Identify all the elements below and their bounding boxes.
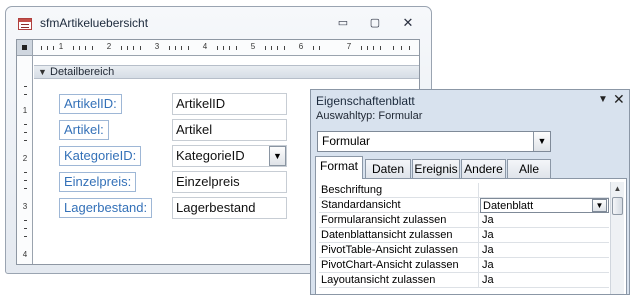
property-value[interactable]: Ja (480, 258, 609, 273)
property-value[interactable]: Ja (480, 273, 609, 288)
form-icon (18, 18, 32, 30)
property-value[interactable] (480, 183, 609, 198)
object-selector[interactable]: Formular ▼ (317, 131, 551, 152)
chevron-down-icon[interactable]: ▼ (592, 199, 607, 212)
property-value-text: Datenblatt (483, 200, 534, 212)
property-sheet: Eigenschaftenblatt ▼ ✕ Auswahltyp: Formu… (310, 89, 630, 295)
ruler-number: 4 (22, 250, 28, 259)
ruler-number: 1 (22, 106, 28, 115)
property-value[interactable]: Ja (480, 228, 609, 243)
artikelid-textbox[interactable]: ArtikelID (172, 93, 287, 115)
einzelpreis-textbox[interactable]: Einzelpreis (172, 171, 287, 193)
chevron-down-icon[interactable]: ▼ (598, 94, 608, 105)
horizontal-ruler: 1 2 3 4 5 6 7 (33, 40, 419, 56)
artikel-textbox[interactable]: Artikel (172, 119, 287, 141)
chevron-down-icon[interactable]: ▼ (533, 132, 550, 151)
section-label: Detailbereich (50, 66, 115, 78)
property-name: PivotTable-Ansicht zulassen (319, 243, 479, 258)
property-row[interactable]: Standardansicht Datenblatt ▼ (319, 198, 609, 213)
property-name: Datenblattansicht zulassen (319, 228, 479, 243)
close-icon[interactable]: ✕ (613, 91, 625, 108)
object-selector-value: Formular (322, 134, 371, 148)
ruler-number: 3 (22, 202, 28, 211)
property-value[interactable]: Ja (480, 213, 609, 228)
property-row[interactable]: PivotTable-Ansicht zulassen Ja (319, 243, 609, 258)
lagerbestand-textbox[interactable]: Lagerbestand (172, 197, 287, 219)
detail-section-header[interactable]: ▼ Detailbereich (34, 65, 419, 79)
minimize-button[interactable]: ▭ (331, 14, 355, 32)
property-name: PivotChart-Ansicht zulassen (319, 258, 479, 273)
ruler-number: 1 (58, 42, 64, 51)
ruler-number: 3 (154, 42, 160, 51)
ruler-number: 7 (346, 42, 352, 51)
property-row[interactable]: Formularansicht zulassen Ja (319, 213, 609, 228)
property-name: Formularansicht zulassen (319, 213, 479, 228)
chevron-down-icon[interactable]: ▼ (269, 146, 286, 166)
scroll-thumb[interactable] (612, 197, 623, 215)
property-row[interactable]: PivotChart-Ansicht zulassen Ja (319, 258, 609, 273)
scroll-up-icon[interactable]: ▲ (611, 182, 624, 196)
property-name: Standardansicht (319, 198, 479, 213)
tab-andere[interactable]: Andere (461, 159, 506, 178)
tab-daten[interactable]: Daten (365, 159, 411, 178)
artikelid-label[interactable]: ArtikelID: (59, 94, 122, 114)
window-title: sfmArtikeluebersicht (40, 16, 149, 30)
property-row[interactable]: Datenblattansicht zulassen Ja (319, 228, 609, 243)
form-selector[interactable] (17, 40, 33, 56)
close-button[interactable]: ✕ (396, 14, 420, 32)
ruler-number: 2 (106, 42, 112, 51)
property-sheet-title: Eigenschaftenblatt (316, 94, 415, 108)
vertical-ruler: 1 2 3 4 (17, 56, 33, 264)
property-name: Beschriftung (319, 183, 479, 198)
property-row[interactable]: Layoutansicht zulassen Ja (319, 273, 609, 288)
section-collapse-icon: ▼ (38, 67, 47, 77)
lagerbestand-label[interactable]: Lagerbestand: (59, 198, 153, 218)
tab-format[interactable]: Format (315, 156, 363, 179)
property-value[interactable]: Ja (480, 243, 609, 258)
ruler-number: 5 (250, 42, 256, 51)
ruler-number: 4 (202, 42, 208, 51)
ruler-number: 2 (22, 154, 28, 163)
maximize-button[interactable]: ▢ (363, 14, 387, 32)
selection-type: Auswahltyp: Formular (316, 110, 423, 122)
tab-alle[interactable]: Alle (507, 159, 551, 178)
einzelpreis-label[interactable]: Einzelpreis: (59, 172, 137, 192)
tab-ereignis[interactable]: Ereignis (412, 159, 460, 178)
property-value[interactable]: Datenblatt ▼ (480, 198, 609, 213)
ruler-number: 6 (298, 42, 304, 51)
artikel-label[interactable]: Artikel: (59, 120, 109, 140)
property-scrollbar[interactable]: ▲ (610, 182, 624, 294)
kategorieid-label[interactable]: KategorieID: (59, 146, 142, 166)
property-row[interactable]: Beschriftung (319, 183, 609, 198)
property-name: Layoutansicht zulassen (319, 273, 479, 288)
